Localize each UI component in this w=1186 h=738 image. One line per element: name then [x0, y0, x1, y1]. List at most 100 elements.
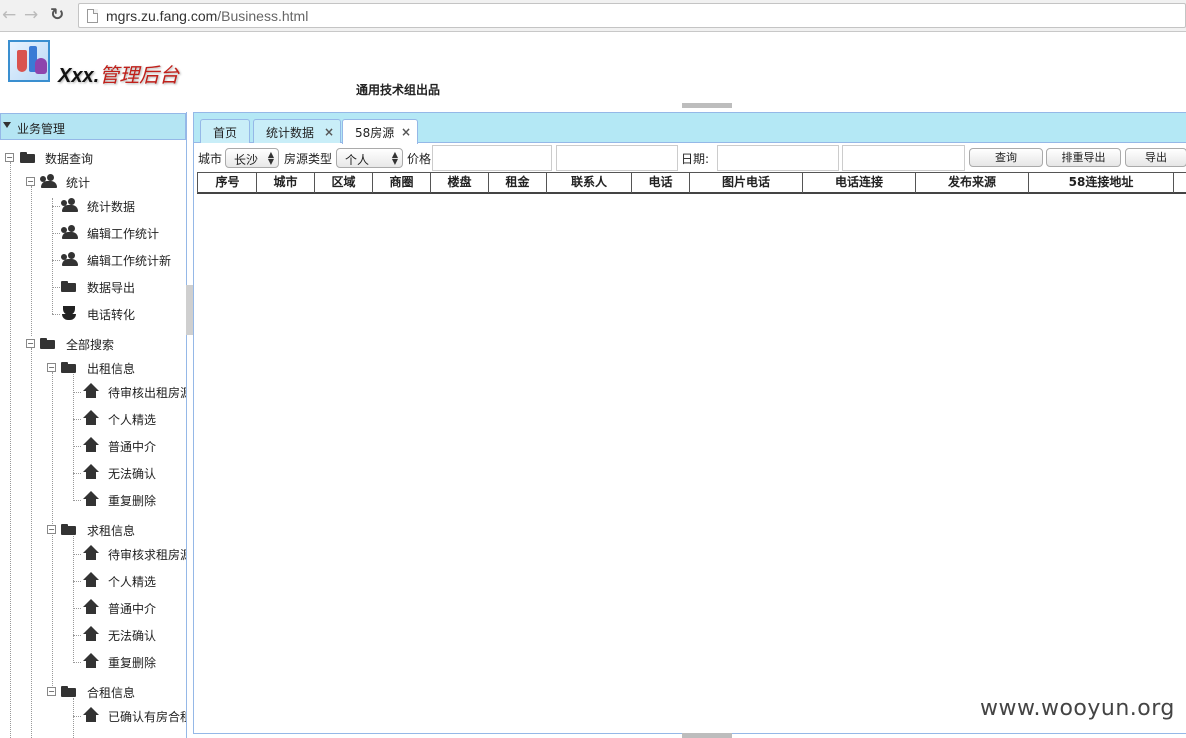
- tree-node-shared-rent[interactable]: − 合租信息: [47, 681, 186, 703]
- select-arrows-icon: ▲ ▼: [391, 150, 398, 166]
- sidebar-panel-header[interactable]: 业务管理: [0, 113, 186, 140]
- column-header[interactable]: 租金: [488, 173, 546, 193]
- collapse-toggle-icon[interactable]: −: [47, 363, 56, 372]
- column-header-extra: [1173, 173, 1186, 193]
- folder-icon: [60, 278, 78, 294]
- collapse-toggle-icon[interactable]: −: [26, 339, 35, 348]
- tab-label: 首页: [213, 126, 238, 140]
- header-collapse-handle[interactable]: [682, 103, 732, 108]
- collapse-triangle-icon[interactable]: [3, 122, 11, 128]
- reload-icon[interactable]: ↻: [50, 6, 64, 24]
- tree-node-stats[interactable]: − 统计: [26, 171, 186, 193]
- sidebar-item-rent-seek-agency[interactable]: 普通中介: [82, 597, 186, 619]
- bottom-collapse-handle[interactable]: [682, 733, 732, 738]
- logo-icon: [8, 40, 50, 82]
- folder-icon: [60, 359, 78, 375]
- select-arrows-icon: ▲ ▼: [267, 150, 274, 166]
- query-button[interactable]: 查询: [969, 148, 1043, 167]
- tree-leaf-label: 待审核求租房源: [108, 548, 187, 562]
- back-arrow-icon[interactable]: ←: [2, 6, 16, 24]
- tulip-icon: [60, 305, 78, 321]
- sidebar-item-pending-rent-seek[interactable]: 待审核求租房源: [82, 543, 186, 565]
- type-select[interactable]: 个人 ▲ ▼: [336, 148, 403, 168]
- tree-leaf-label: 无法确认: [108, 467, 157, 481]
- collapse-toggle-icon[interactable]: −: [47, 687, 56, 696]
- app-title: Xxx.管理后台: [58, 59, 179, 88]
- date-start-input[interactable]: [717, 145, 839, 171]
- tree-leaf-label: 普通中介: [108, 440, 157, 454]
- column-header[interactable]: 58连接地址: [1028, 173, 1173, 193]
- browser-toolbar: ← → ↻ mgrs.zu.fang.com/Business.html: [0, 0, 1186, 32]
- forward-arrow-icon[interactable]: →: [24, 6, 38, 24]
- tree-node-rent-out[interactable]: − 出租信息: [47, 357, 186, 379]
- house-icon: [82, 653, 100, 669]
- column-header[interactable]: 发布来源: [915, 173, 1028, 193]
- column-header[interactable]: 区域: [314, 173, 372, 193]
- watermark: www.wooyun.org: [980, 696, 1175, 721]
- url-text: mgrs.zu.fang.com/Business.html: [106, 8, 308, 24]
- city-select-value: 长沙: [234, 153, 259, 167]
- sidebar-item-rent-seek-personal[interactable]: 个人精选: [82, 570, 186, 592]
- collapse-toggle-icon[interactable]: −: [26, 177, 35, 186]
- sidebar-item-rent-out-personal[interactable]: 个人精选: [82, 408, 186, 430]
- app-subtitle: 通用技术组出品: [356, 83, 441, 97]
- tree-leaf-label: 重复删除: [108, 656, 157, 670]
- url-host: mgrs.zu.fang.com: [106, 8, 218, 24]
- tree-leaf-label: 待审核出租房源: [108, 386, 187, 400]
- sidebar-item-data-export[interactable]: 数据导出: [60, 276, 186, 298]
- house-icon: [82, 707, 100, 723]
- column-header[interactable]: 联系人: [546, 173, 631, 193]
- tree-node-all-search[interactable]: − 全部搜索: [26, 333, 186, 355]
- house-icon: [82, 599, 100, 615]
- dedupe-export-button[interactable]: 排重导出: [1046, 148, 1121, 167]
- sidebar-item-rent-seek-unconfirmed[interactable]: 无法确认: [82, 624, 186, 646]
- column-header[interactable]: 电话: [631, 173, 689, 193]
- tree-leaf-label: 已确认有房合租: [108, 710, 187, 724]
- sidebar-item-shared-rent-confirmed[interactable]: 已确认有房合租: [82, 705, 186, 727]
- sidebar-scrollbar[interactable]: [186, 285, 193, 335]
- sidebar-item-stats-data[interactable]: 统计数据: [60, 195, 186, 217]
- export-button[interactable]: 导出: [1125, 148, 1186, 167]
- tree-node-rent-seek[interactable]: − 求租信息: [47, 519, 186, 541]
- city-label: 城市: [198, 152, 223, 166]
- tree-leaf-label: 个人精选: [108, 575, 157, 589]
- close-icon[interactable]: ×: [401, 125, 411, 139]
- tab-58-listings[interactable]: 58房源 ×: [342, 119, 418, 144]
- column-header[interactable]: 图片电话: [689, 173, 802, 193]
- folder-icon: [60, 683, 78, 699]
- folder-icon: [39, 335, 57, 351]
- column-header[interactable]: 楼盘: [430, 173, 488, 193]
- address-bar[interactable]: mgrs.zu.fang.com/Business.html: [78, 3, 1186, 28]
- filter-toolbar: 城市 长沙 ▲ ▼ 房源类型 个人 ▲ ▼ 价格 日期: 查询 排重导出 导出: [194, 144, 1186, 171]
- column-header[interactable]: 城市: [256, 173, 314, 193]
- sidebar-item-phone-conversion[interactable]: 电话转化: [60, 303, 186, 325]
- house-icon: [82, 626, 100, 642]
- column-header[interactable]: 电话连接: [802, 173, 915, 193]
- sidebar: 业务管理 − 数据查询 − 统计 统计数据 编辑工作统计 编辑工作统计新 数据导…: [0, 112, 187, 738]
- house-icon: [82, 437, 100, 453]
- sidebar-item-pending-rent-out[interactable]: 待审核出租房源: [82, 381, 186, 403]
- price-max-input[interactable]: [556, 145, 678, 171]
- sidebar-item-rent-out-agency[interactable]: 普通中介: [82, 435, 186, 457]
- tree-leaf-label: 重复删除: [108, 494, 157, 508]
- table-header-row: 序号 城市 区域 商圈 楼盘 租金 联系人 电话 图片电话 电话连接 发布来源 …: [197, 172, 1186, 194]
- sidebar-item-edit-work-stats[interactable]: 编辑工作统计: [60, 222, 186, 244]
- url-path: /Business.html: [217, 8, 309, 24]
- sidebar-item-rent-seek-duplicate[interactable]: 重复删除: [82, 651, 186, 673]
- column-header[interactable]: 商圈: [372, 173, 430, 193]
- tab-home[interactable]: 首页: [200, 119, 250, 143]
- close-icon[interactable]: ×: [324, 125, 334, 139]
- collapse-toggle-icon[interactable]: −: [5, 153, 14, 162]
- tree-leaf-label: 无法确认: [108, 629, 157, 643]
- sidebar-item-rent-out-unconfirmed[interactable]: 无法确认: [82, 462, 186, 484]
- folder-icon: [60, 521, 78, 537]
- city-select[interactable]: 长沙 ▲ ▼: [225, 148, 279, 168]
- price-min-input[interactable]: [432, 145, 552, 171]
- sidebar-item-rent-out-duplicate[interactable]: 重复删除: [82, 489, 186, 511]
- tab-stats-data[interactable]: 统计数据 ×: [253, 119, 341, 143]
- column-header[interactable]: 序号: [197, 173, 257, 193]
- tree-node-data-query[interactable]: − 数据查询: [5, 147, 185, 169]
- collapse-toggle-icon[interactable]: −: [47, 525, 56, 534]
- date-end-input[interactable]: [842, 145, 965, 171]
- sidebar-item-edit-work-stats-new[interactable]: 编辑工作统计新: [60, 249, 186, 271]
